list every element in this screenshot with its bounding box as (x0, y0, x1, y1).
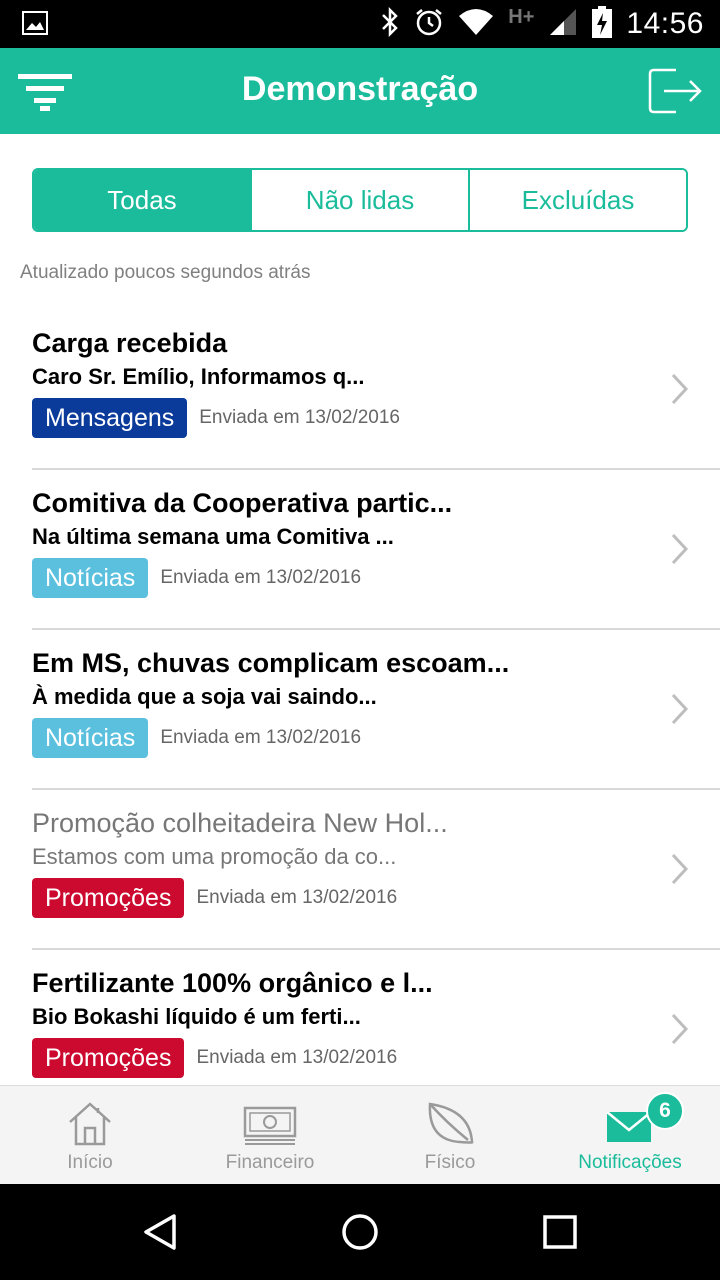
notification-title: Comitiva da Cooperativa partic... (32, 488, 453, 518)
tab-label: Notificações (578, 1152, 682, 1173)
battery-charging-icon (592, 5, 613, 43)
notification-item[interactable]: Comitiva da Cooperativa partic... Na últ… (0, 470, 720, 630)
notification-preview: Estamos com uma promoção da co... (32, 844, 397, 869)
category-badge: Notícias (32, 558, 149, 598)
segment-todas[interactable]: Todas (34, 170, 252, 230)
image-notification-icon (22, 11, 48, 40)
segment-excluidas[interactable]: Excluídas (470, 170, 686, 230)
notification-list: Carga recebida Caro Sr. Emílio, Informam… (0, 310, 720, 1085)
tab-financeiro[interactable]: Financeiro (180, 1086, 360, 1184)
status-bar: H+ 14:56 (0, 0, 720, 48)
sent-date: Enviada em 13/02/2016 (196, 887, 398, 908)
notification-item[interactable]: Fertilizante 100% orgânico e l... Bio Bo… (0, 950, 720, 1085)
notification-item[interactable]: Promoção colheitadeira New Hol... Estamo… (0, 790, 720, 950)
notification-item[interactable]: Em MS, chuvas complicam escoam... À medi… (0, 630, 720, 790)
network-type-label: H+ (508, 5, 535, 28)
sent-date: Enviada em 13/02/2016 (160, 727, 362, 748)
segment-nao-lidas[interactable]: Não lidas (252, 170, 470, 230)
alarm-icon (414, 7, 444, 42)
back-triangle-icon[interactable] (140, 1212, 180, 1252)
leaf-icon (428, 1102, 474, 1144)
category-badge: Promoções (32, 878, 185, 918)
category-badge: Notícias (32, 718, 149, 758)
category-badge: Promoções (32, 1038, 185, 1078)
logout-button[interactable] (648, 68, 704, 114)
tab-fisico[interactable]: Físico (360, 1086, 540, 1184)
sent-date: Enviada em 13/02/2016 (199, 407, 400, 428)
last-updated-text: Atualizado poucos segundos atrás (20, 262, 311, 283)
notification-title: Carga recebida (32, 328, 228, 358)
tab-notificacoes[interactable]: 6 Notificações (540, 1086, 720, 1184)
notification-preview: Na última semana uma Comitiva ... (32, 524, 394, 549)
recents-square-icon[interactable] (540, 1212, 580, 1252)
chevron-right-icon (671, 373, 689, 405)
banknote-icon (243, 1106, 297, 1145)
wifi-icon (458, 8, 494, 41)
notification-title: Promoção colheitadeira New Hol... (32, 808, 448, 838)
home-circle-icon[interactable] (340, 1212, 380, 1252)
app-bar: Demonstração (0, 48, 720, 134)
chevron-right-icon (671, 533, 689, 565)
house-icon (69, 1102, 111, 1146)
notification-preview: Bio Bokashi líquido é um ferti... (32, 1004, 361, 1029)
notification-count-badge: 6 (646, 1092, 684, 1130)
bluetooth-icon (380, 6, 400, 42)
page-title: Demonstração (241, 70, 479, 108)
sent-date: Enviada em 13/02/2016 (160, 567, 362, 588)
filter-segmented-control: Todas Não lidas Excluídas (32, 168, 688, 232)
sent-date: Enviada em 13/02/2016 (196, 1047, 398, 1068)
tab-label: Financeiro (225, 1152, 315, 1173)
clock: 14:56 (626, 7, 704, 40)
system-navigation-bar (0, 1184, 720, 1280)
notification-preview: Caro Sr. Emílio, Informamos q... (32, 364, 365, 389)
notification-title: Fertilizante 100% orgânico e l... (32, 968, 433, 998)
tab-label: Início (67, 1152, 113, 1173)
bottom-tab-bar: Início Financeiro Físico 6 Notificações (0, 1085, 720, 1184)
signal-icon (548, 7, 578, 42)
tab-label: Físico (424, 1152, 476, 1173)
chevron-right-icon (671, 1013, 689, 1045)
tab-inicio[interactable]: Início (0, 1086, 180, 1184)
chevron-right-icon (671, 693, 689, 725)
notification-preview: À medida que a soja vai saindo... (32, 684, 377, 709)
category-badge: Mensagens (32, 398, 188, 438)
notification-item[interactable]: Carga recebida Caro Sr. Emílio, Informam… (0, 310, 720, 470)
notification-title: Em MS, chuvas complicam escoam... (32, 648, 510, 678)
logout-icon (648, 68, 702, 114)
chevron-right-icon (671, 853, 689, 885)
